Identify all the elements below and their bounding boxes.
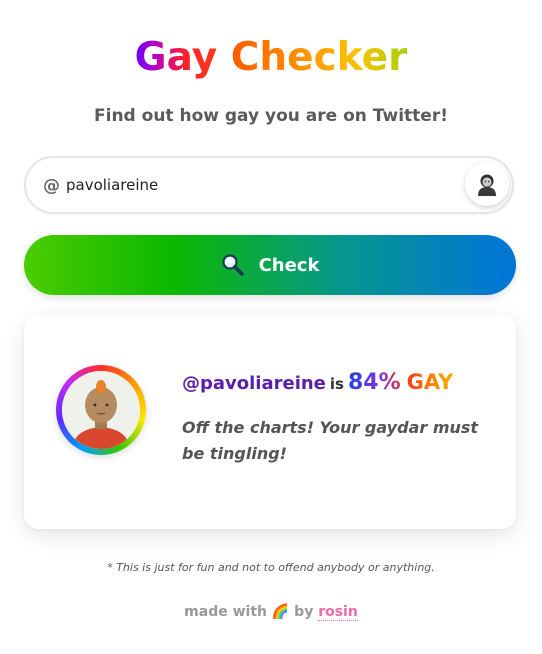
by-text: by <box>294 604 314 620</box>
result-card: @pavoliareine is 84% GAY Off the charts! Yo… <box>24 315 516 529</box>
result-percent: 84% <box>347 370 401 395</box>
user-avatar <box>56 365 146 455</box>
result-handle: @pavoliareine <box>182 373 326 394</box>
title-word-checker: Checker <box>230 35 408 80</box>
disclaimer-text: * This is just for fun and not to offend… <box>107 561 435 574</box>
rainbow-icon: 🌈 <box>271 604 290 620</box>
username-input[interactable] <box>66 169 446 201</box>
avatar-preview-button[interactable] <box>465 162 509 206</box>
result-gay-word: GAY <box>406 370 454 394</box>
magnifier-icon <box>221 253 245 277</box>
check-button[interactable]: Check <box>24 235 516 295</box>
person-avatar-icon <box>478 174 496 196</box>
page-subtitle: Find out how gay you are on Twitter! <box>94 106 448 126</box>
result-message: Off the charts! Your gaydar must be ting… <box>182 418 479 463</box>
page-title: Gay Checker <box>0 30 542 86</box>
result-is-word: is <box>329 375 344 393</box>
footer-credit: made with 🌈 by rosin <box>0 604 542 621</box>
result-headline: @pavoliareine is 84% GAY <box>182 370 453 395</box>
check-button-label: Check <box>258 254 320 276</box>
username-field: @ <box>24 156 514 214</box>
made-with-text: made with <box>184 604 267 620</box>
author-link[interactable]: rosin <box>318 604 358 621</box>
user-avatar-icon <box>62 371 140 449</box>
at-prefix: @ <box>43 176 60 196</box>
title-word-gay: Gay <box>134 35 218 80</box>
